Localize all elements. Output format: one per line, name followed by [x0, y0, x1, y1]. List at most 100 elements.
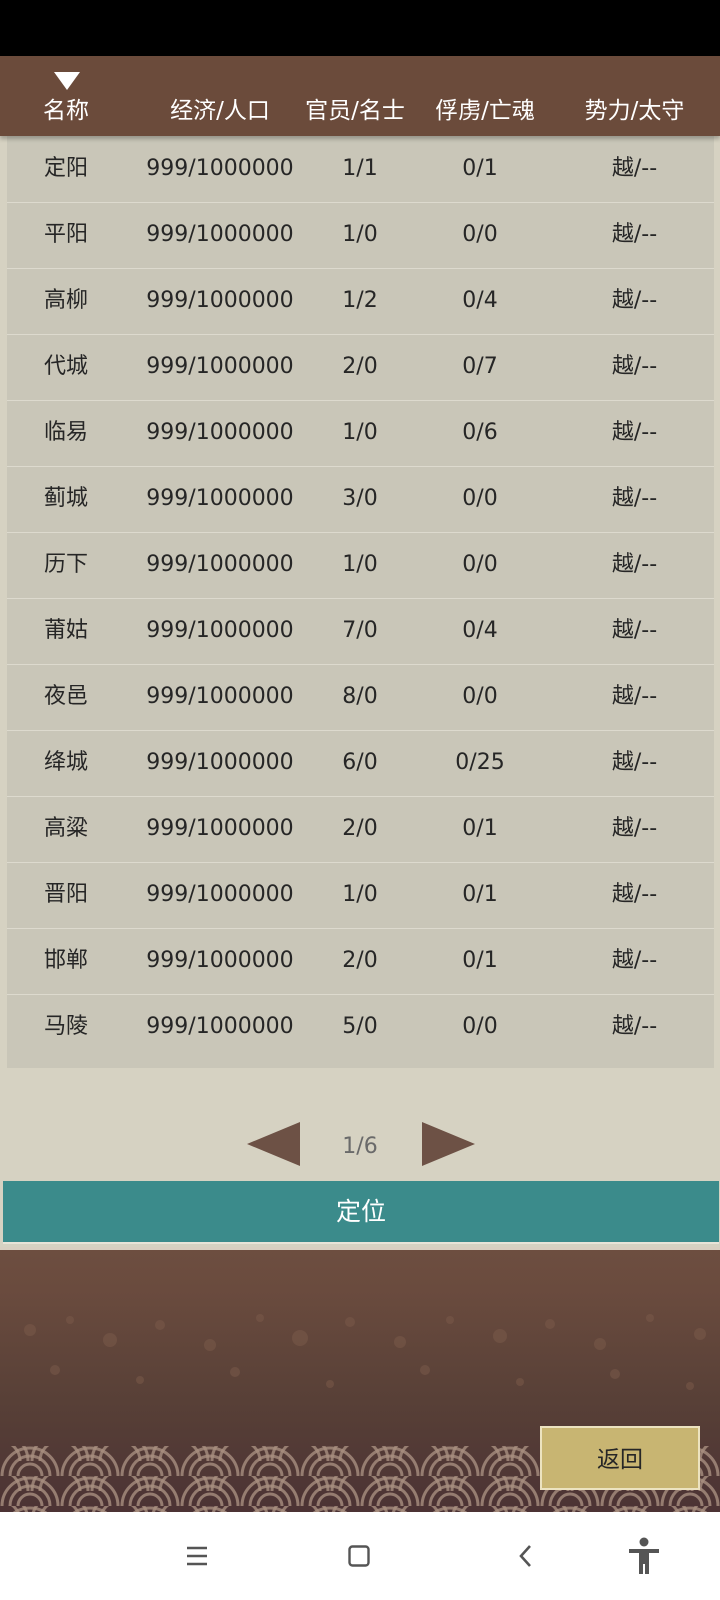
city-name: 平阳: [43, 222, 88, 247]
captives-count: 0/0: [462, 552, 498, 577]
officials-count: 1/1: [342, 156, 378, 181]
faction-governor: 越/--: [611, 948, 658, 973]
captives-count: 0/4: [462, 288, 498, 313]
table-row[interactable]: 邯郸 999/1000000 2/0 0/1 越/--: [7, 928, 714, 995]
captives-count: 0/25: [455, 750, 505, 775]
economy-population: 999/1000000: [146, 684, 294, 709]
faction-governor: 越/--: [611, 684, 658, 709]
economy-population: 999/1000000: [146, 486, 294, 511]
column-header-officials[interactable]: 官员/名士: [295, 92, 415, 130]
column-header-faction[interactable]: 势力/太守: [555, 92, 714, 130]
prev-page-triangle-left-icon[interactable]: [247, 1122, 300, 1166]
column-header-captives[interactable]: 俘虏/亡魂: [410, 92, 560, 130]
captives-count: 0/0: [462, 1014, 498, 1039]
faction-governor: 越/--: [611, 882, 658, 907]
economy-population: 999/1000000: [146, 882, 294, 907]
return-button[interactable]: 返回: [540, 1426, 700, 1490]
accessibility-icon[interactable]: [622, 1512, 666, 1600]
city-name: 高粱: [43, 816, 88, 841]
faction-governor: 越/--: [611, 618, 658, 643]
page-indicator: 1/6: [342, 1134, 378, 1159]
column-header-economy-population[interactable]: 经济/人口: [125, 92, 315, 130]
economy-population: 999/1000000: [146, 750, 294, 775]
economy-population: 999/1000000: [146, 618, 294, 643]
faction-governor: 越/--: [611, 750, 658, 775]
officials-count: 1/0: [342, 420, 378, 445]
table-row[interactable]: 高粱 999/1000000 2/0 0/1 越/--: [7, 796, 714, 863]
city-name: 高柳: [43, 288, 88, 313]
city-name: 莆姑: [43, 618, 88, 643]
table-row[interactable]: 晋阳 999/1000000 1/0 0/1 越/--: [7, 862, 714, 929]
officials-count: 1/2: [342, 288, 378, 313]
economy-population: 999/1000000: [146, 1014, 294, 1039]
officials-count: 1/0: [342, 882, 378, 907]
column-header-name[interactable]: 名称: [7, 92, 125, 130]
officials-count: 8/0: [342, 684, 378, 709]
captives-count: 0/1: [462, 156, 498, 181]
next-page-triangle-right-icon[interactable]: [422, 1122, 475, 1166]
city-name: 绛城: [43, 750, 88, 775]
table-row[interactable]: 代城 999/1000000 2/0 0/7 越/--: [7, 334, 714, 401]
menu-icon[interactable]: [177, 1512, 217, 1600]
city-name: 邯郸: [43, 948, 88, 973]
officials-count: 7/0: [342, 618, 378, 643]
economy-population: 999/1000000: [146, 816, 294, 841]
faction-governor: 越/--: [611, 420, 658, 445]
status-bar: [0, 0, 720, 56]
system-navigation-bar: [0, 1512, 720, 1600]
table-row[interactable]: 莆姑 999/1000000 7/0 0/4 越/--: [7, 598, 714, 665]
back-chevron-icon[interactable]: [506, 1512, 546, 1600]
sort-triangle-down-icon[interactable]: [54, 72, 80, 90]
economy-population: 999/1000000: [146, 420, 294, 445]
city-name: 历下: [43, 552, 88, 577]
table-row[interactable]: 临易 999/1000000 1/0 0/6 越/--: [7, 400, 714, 467]
city-name: 临易: [43, 420, 88, 445]
officials-count: 6/0: [342, 750, 378, 775]
locate-button[interactable]: 定位: [3, 1181, 719, 1244]
faction-governor: 越/--: [611, 486, 658, 511]
table-row[interactable]: 平阳 999/1000000 1/0 0/0 越/--: [7, 202, 714, 269]
table-row[interactable]: 夜邑 999/1000000 8/0 0/0 越/--: [7, 664, 714, 731]
officials-count: 2/0: [342, 354, 378, 379]
faction-governor: 越/--: [611, 816, 658, 841]
captives-count: 0/0: [462, 486, 498, 511]
officials-count: 5/0: [342, 1014, 378, 1039]
captives-count: 0/0: [462, 684, 498, 709]
captives-count: 0/1: [462, 948, 498, 973]
faction-governor: 越/--: [611, 552, 658, 577]
city-name: 晋阳: [43, 882, 88, 907]
faction-governor: 越/--: [611, 354, 658, 379]
captives-count: 0/6: [462, 420, 498, 445]
faction-governor: 越/--: [611, 1014, 658, 1039]
city-name: 马陵: [43, 1014, 88, 1039]
officials-count: 2/0: [342, 948, 378, 973]
city-name: 代城: [43, 354, 88, 379]
table-row[interactable]: 高柳 999/1000000 1/2 0/4 越/--: [7, 268, 714, 335]
city-name: 定阳: [43, 156, 88, 181]
city-name: 夜邑: [43, 684, 88, 709]
captives-count: 0/7: [462, 354, 498, 379]
table-row[interactable]: 马陵 999/1000000 5/0 0/0 越/--: [7, 994, 714, 1060]
table-row[interactable]: 定阳 999/1000000 1/1 0/1 越/--: [7, 136, 714, 203]
economy-population: 999/1000000: [146, 948, 294, 973]
officials-count: 3/0: [342, 486, 378, 511]
economy-population: 999/1000000: [146, 222, 294, 247]
table-row[interactable]: 蓟城 999/1000000 3/0 0/0 越/--: [7, 466, 714, 533]
economy-population: 999/1000000: [146, 156, 294, 181]
captives-count: 0/1: [462, 882, 498, 907]
officials-count: 1/0: [342, 222, 378, 247]
city-table: 定阳 999/1000000 1/1 0/1 越/-- 平阳 999/10000…: [7, 136, 714, 1068]
officials-count: 1/0: [342, 552, 378, 577]
table-row[interactable]: 绛城 999/1000000 6/0 0/25 越/--: [7, 730, 714, 797]
home-square-icon[interactable]: [339, 1512, 379, 1600]
officials-count: 2/0: [342, 816, 378, 841]
faction-governor: 越/--: [611, 288, 658, 313]
captives-count: 0/1: [462, 816, 498, 841]
table-header: 名称 经济/人口 官员/名士 俘虏/亡魂 势力/太守: [0, 56, 720, 136]
economy-population: 999/1000000: [146, 354, 294, 379]
faction-governor: 越/--: [611, 156, 658, 181]
captives-count: 0/4: [462, 618, 498, 643]
table-row[interactable]: 历下 999/1000000 1/0 0/0 越/--: [7, 532, 714, 599]
ink-splatter-decoration: [24, 1314, 706, 1390]
captives-count: 0/0: [462, 222, 498, 247]
